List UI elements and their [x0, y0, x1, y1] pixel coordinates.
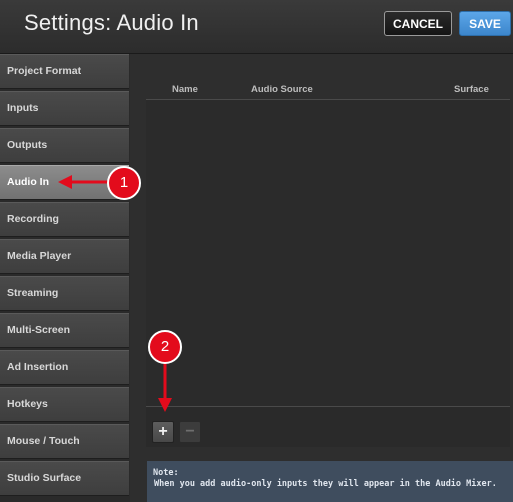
- callout-badge-1: 1: [107, 166, 141, 200]
- callout-arrow-2: [158, 362, 172, 412]
- callout-arrows: [58, 175, 172, 412]
- callout-badge-2: 2: [148, 330, 182, 364]
- callout-arrow-1: [58, 175, 108, 189]
